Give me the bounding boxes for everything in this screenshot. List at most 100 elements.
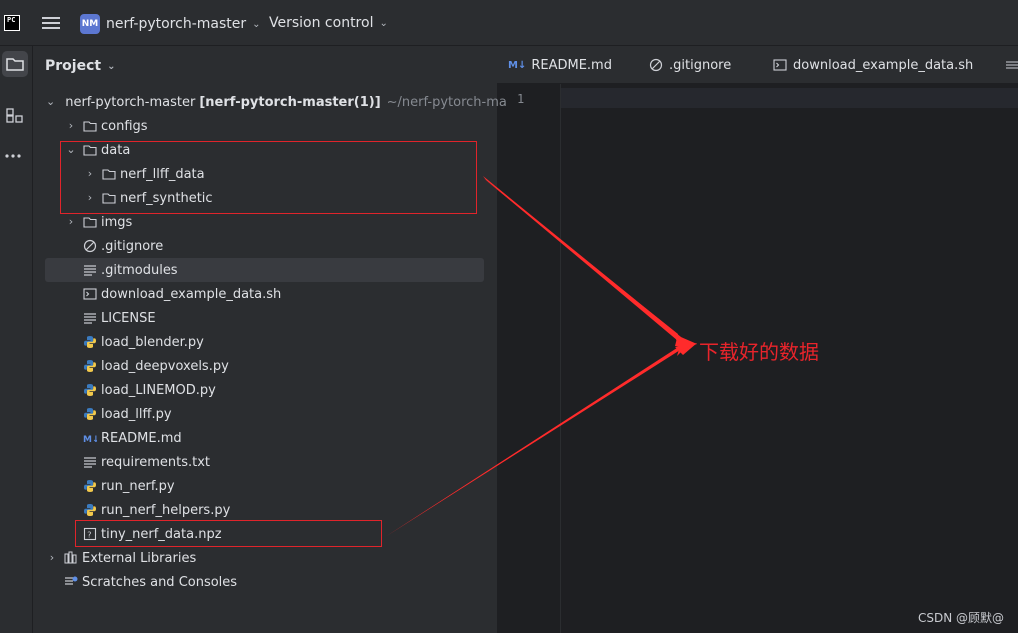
tree-item-label: run_nerf_helpers.py: [101, 502, 231, 518]
csdn-watermark: CSDN @顾默@: [918, 611, 1005, 625]
tab-label: .gitignore: [669, 57, 732, 73]
main-menu-icon[interactable]: [42, 14, 60, 32]
tree-item-label: load_LINEMOD.py: [101, 382, 216, 398]
tree-item-scratches-and-consoles[interactable]: Scratches and Consoles: [34, 570, 496, 594]
pycharm-logo-icon[interactable]: PC: [4, 15, 20, 31]
list-icon: [1006, 61, 1018, 69]
text-file-icon: [84, 313, 96, 324]
chevron-right-icon[interactable]: ›: [46, 552, 58, 564]
tree-item-configs[interactable]: › configs: [34, 114, 496, 138]
structure-tool-button[interactable]: [2, 103, 28, 129]
library-icon: [64, 551, 77, 564]
tree-item-load-linemod-py[interactable]: load_LINEMOD.py: [34, 378, 496, 402]
svg-text:M↓: M↓: [83, 435, 97, 445]
tab-label: README.md: [531, 57, 612, 73]
markdown-icon: M↓: [83, 435, 97, 445]
folder-icon: [102, 169, 116, 180]
tree-item-load-deepvoxels-py[interactable]: load_deepvoxels.py: [34, 354, 496, 378]
project-switcher[interactable]: NM nerf-pytorch-master ⌄: [80, 12, 261, 36]
tree-item-download-example-data-sh[interactable]: download_example_data.sh: [34, 282, 496, 306]
chevron-down-icon: ⌄: [252, 18, 261, 30]
tab-gitignore[interactable]: .gitignore: [649, 46, 731, 84]
chevron-right-icon[interactable]: ›: [65, 216, 77, 228]
module-name: [nerf-pytorch-master(1)]: [199, 94, 381, 110]
tree-item-gitmodules[interactable]: .gitmodules: [34, 258, 496, 282]
tree-item-label: nerf_synthetic: [120, 190, 213, 206]
annotation-label: 下载好的数据: [699, 340, 819, 364]
tab-label: download_example_data.sh: [793, 57, 974, 73]
tree-item-load-llff-py[interactable]: load_llff.py: [34, 402, 496, 426]
tree-item-run-nerf-py[interactable]: run_nerf.py: [34, 474, 496, 498]
chevron-down-icon[interactable]: ⌄: [46, 96, 55, 108]
version-control-menu[interactable]: Version control ⌄: [269, 15, 388, 31]
project-badge: NM: [80, 14, 100, 34]
python-file-icon: [84, 504, 96, 516]
tree-item-label: imgs: [101, 214, 133, 230]
tree-item-label: LICENSE: [101, 310, 156, 326]
more-horizontal-icon: [5, 154, 21, 158]
tree-item-label: README.md: [101, 430, 182, 446]
tree-item-load-blender-py[interactable]: load_blender.py: [34, 330, 496, 354]
tree-item-label: load_deepvoxels.py: [101, 358, 229, 374]
chevron-right-icon[interactable]: ›: [84, 168, 96, 180]
tab-overflow-icon[interactable]: [1006, 46, 1018, 84]
tree-item-label: Scratches and Consoles: [82, 574, 238, 590]
more-tools-button[interactable]: [2, 143, 28, 169]
tree-item-readme-md[interactable]: M↓ README.md: [34, 426, 496, 450]
gitignore-icon: [649, 58, 663, 72]
line-gutter: 1: [497, 84, 561, 633]
tree-item-label: nerf_llff_data: [120, 166, 205, 182]
tree-item-label: load_llff.py: [101, 406, 172, 422]
tree-item-license[interactable]: LICENSE: [34, 306, 496, 330]
tree-item-label: load_blender.py: [101, 334, 204, 350]
markdown-icon: M↓: [508, 59, 527, 71]
tree-item-label: download_example_data.sh: [101, 286, 282, 302]
chevron-down-icon: ⌄: [379, 17, 388, 29]
editor-tabs: M↓ README.md .gitignore download_example…: [497, 46, 1018, 84]
tree-item-gitignore[interactable]: .gitignore: [34, 234, 496, 258]
tree-item-label: External Libraries: [82, 550, 197, 566]
tree-item-label: .gitignore: [101, 238, 164, 254]
folder-icon: [83, 145, 97, 156]
chevron-right-icon[interactable]: ›: [84, 192, 96, 204]
svg-text:?: ?: [87, 531, 91, 540]
text-file-icon: [84, 457, 96, 468]
tab-readme[interactable]: M↓ README.md: [508, 46, 612, 84]
tree-item-requirements-txt[interactable]: requirements.txt: [34, 450, 496, 474]
text-file-icon: [84, 265, 96, 276]
tree-item-external-libraries[interactable]: › External Libraries: [34, 546, 496, 570]
folder-icon: [83, 217, 97, 228]
chevron-down-icon[interactable]: ⌄: [65, 144, 77, 156]
project-name: nerf-pytorch-master: [106, 16, 247, 32]
editor-current-line[interactable]: [561, 88, 1018, 108]
structure-icon: [6, 108, 23, 123]
tree-item-label: tiny_nerf_data.npz: [101, 526, 222, 542]
project-tool-button[interactable]: [2, 51, 28, 77]
gitignore-icon: [83, 239, 97, 253]
line-number: 1: [517, 92, 525, 106]
tree-item-run-nerf-helpers-py[interactable]: run_nerf_helpers.py: [34, 498, 496, 522]
tree-item-label: configs: [101, 118, 148, 134]
project-view-selector[interactable]: Project ⌄: [45, 58, 115, 74]
tree-item-label: run_nerf.py: [101, 478, 175, 494]
python-file-icon: [84, 384, 96, 396]
chevron-right-icon[interactable]: ›: [65, 120, 77, 132]
scratches-icon: [65, 576, 78, 585]
tree-root-row[interactable]: ⌄ nerf-pytorch-master [nerf-pytorch-mast…: [34, 90, 507, 114]
folder-icon: [6, 58, 24, 71]
tree-item-label: data: [101, 142, 131, 158]
tab-download-script[interactable]: download_example_data.sh: [773, 46, 973, 84]
